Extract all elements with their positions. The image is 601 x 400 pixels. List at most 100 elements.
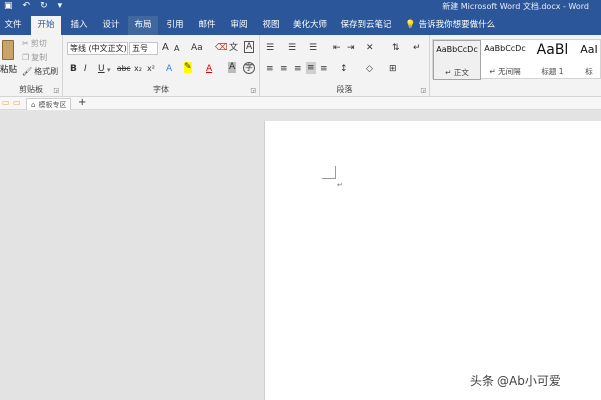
underline-button[interactable]: U bbox=[98, 63, 105, 75]
multilevel-list-icon[interactable]: ☰ bbox=[309, 42, 317, 54]
save-icon[interactable]: ▣ bbox=[4, 1, 13, 12]
tab-view[interactable]: 视图 bbox=[256, 16, 286, 35]
font-group: 等线 (中文正文) 五号 A A Aa ⌫ 文 A B I U ▾ abc x₂… bbox=[63, 35, 260, 97]
numbering-icon[interactable]: ☰ bbox=[288, 42, 296, 54]
document-page[interactable] bbox=[264, 121, 601, 400]
character-shading-icon[interactable]: A bbox=[228, 62, 237, 73]
tab-mailings[interactable]: 邮件 bbox=[192, 16, 222, 35]
margin-corner-mark bbox=[335, 166, 336, 179]
show-marks-icon[interactable]: ↵ bbox=[413, 42, 421, 54]
font-color-icon[interactable]: A bbox=[206, 63, 212, 75]
font-size-combo[interactable]: 五号 bbox=[129, 42, 158, 55]
style-heading-2[interactable]: AaI 标 bbox=[577, 40, 601, 80]
tab-file[interactable]: 文件 bbox=[0, 16, 26, 35]
cut-label: 剪切 bbox=[30, 39, 47, 48]
margin-corner-mark bbox=[322, 178, 335, 179]
font-group-label: 字体 bbox=[153, 85, 169, 94]
ribbon-tabs: 文件 开始 插入 设计 布局 引用 邮件 审阅 视图 美化大师 保存到云笔记 💡… bbox=[0, 13, 601, 35]
quick-access-toolbar: ▣ ↶ ↻ ▾ bbox=[4, 1, 62, 12]
format-painter-label: 格式刷 bbox=[34, 67, 59, 76]
tab-review[interactable]: 审阅 bbox=[224, 16, 254, 35]
align-center-icon[interactable]: ≡ bbox=[280, 63, 288, 75]
enclose-characters-icon[interactable]: 字 bbox=[243, 62, 255, 74]
style-no-spacing[interactable]: AaBbCcDc ↵ 无间隔 bbox=[482, 40, 528, 80]
paragraph-group: ☰ ☰ ☰ ⇤ ⇥ ✕ ⇅ ↵ ≡ ≡ ≡ ≡ ≡ ↕ ◇ ⊞ 段落 ◲ bbox=[260, 35, 430, 97]
sort-icon[interactable]: ⇅ bbox=[392, 42, 400, 54]
window-title: 新建 Microsoft Word 文档.docx - Word bbox=[442, 2, 589, 11]
align-right-icon[interactable]: ≡ bbox=[294, 63, 302, 75]
tab-home[interactable]: 开始 bbox=[31, 16, 61, 35]
brush-icon: 🖌 bbox=[22, 67, 33, 76]
copy-label: 复制 bbox=[31, 53, 48, 62]
style-name: 标 bbox=[585, 67, 593, 76]
tab-references[interactable]: 引用 bbox=[160, 16, 190, 35]
watermark: 头条 @Ab小可爱 bbox=[470, 372, 561, 389]
document-tab-strip: ▭ ▭ ⌂ 模板专区 + bbox=[0, 97, 601, 110]
borders-icon[interactable]: ⊞ bbox=[389, 63, 397, 75]
folder-icon[interactable]: ▭ bbox=[2, 97, 10, 109]
shading-icon[interactable]: ◇ bbox=[366, 63, 373, 75]
format-painter-button[interactable]: 🖌 格式刷 bbox=[22, 66, 58, 78]
open-folder-icon[interactable]: ▭ bbox=[13, 97, 21, 109]
undo-icon[interactable]: ↶ bbox=[23, 1, 31, 12]
line-spacing-icon[interactable]: ↕ bbox=[340, 63, 348, 75]
dialog-launcher-icon[interactable]: ◲ bbox=[420, 87, 426, 94]
add-tab-button[interactable]: + bbox=[78, 97, 86, 109]
copy-icon: ❐ bbox=[22, 53, 30, 62]
paragraph-group-label: 段落 bbox=[336, 85, 353, 94]
tab-beautify[interactable]: 美化大师 bbox=[288, 16, 332, 35]
tab-save-cloud-note[interactable]: 保存到云笔记 bbox=[336, 16, 396, 35]
redo-icon[interactable]: ↻ bbox=[40, 1, 48, 12]
style-preview: AaBbCcDc bbox=[436, 45, 478, 54]
paragraph-mark: ↵ bbox=[337, 181, 343, 189]
paste-button[interactable]: 粘贴 bbox=[0, 39, 18, 77]
phonetic-guide-icon[interactable]: 文 bbox=[229, 42, 238, 54]
home-icon: ⌂ bbox=[31, 101, 36, 109]
text-effects-icon[interactable]: A bbox=[166, 63, 172, 75]
title-bar: ▣ ↶ ↻ ▾ 新建 Microsoft Word 文档.docx - Word bbox=[0, 0, 601, 13]
cut-button[interactable]: ✂ 剪切 bbox=[22, 38, 47, 50]
clipboard-icon bbox=[2, 40, 14, 60]
lightbulb-icon: 💡 bbox=[405, 20, 416, 30]
paste-label: 粘贴 bbox=[0, 65, 18, 75]
style-preview: AaI bbox=[580, 43, 598, 56]
change-case-icon[interactable]: Aa bbox=[191, 42, 203, 54]
style-name: ↵ 正文 bbox=[445, 68, 469, 77]
highlight-icon[interactable]: ✎ bbox=[184, 62, 192, 73]
chinese-layout-icon[interactable]: ✕ bbox=[366, 42, 374, 54]
style-preview: AaBbCcDc bbox=[484, 44, 526, 53]
template-area-label: 模板专区 bbox=[38, 101, 67, 109]
grow-font-icon[interactable]: A bbox=[162, 42, 169, 54]
subscript-button[interactable]: x₂ bbox=[134, 63, 142, 75]
watermark-prefix: 头条 bbox=[470, 374, 495, 388]
style-normal[interactable]: AaBbCcDc ↵ 正文 bbox=[433, 40, 481, 80]
tell-me-box[interactable]: 💡 告诉我你想要做什么 bbox=[405, 16, 495, 35]
bullets-icon[interactable]: ☰ bbox=[266, 42, 274, 54]
dialog-launcher-icon[interactable]: ◲ bbox=[53, 87, 59, 94]
increase-indent-icon[interactable]: ⇥ bbox=[347, 42, 355, 54]
bold-button[interactable]: B bbox=[70, 63, 77, 75]
ribbon: 粘贴 ✂ 剪切 ❐ 复制 🖌 格式刷 剪贴板 ◲ 等线 (中文正文) 五号 A … bbox=[0, 35, 601, 97]
tab-insert[interactable]: 插入 bbox=[64, 16, 94, 35]
character-border-icon[interactable]: A bbox=[244, 41, 255, 53]
tab-design[interactable]: 设计 bbox=[96, 16, 126, 35]
decrease-indent-icon[interactable]: ⇤ bbox=[333, 42, 341, 54]
align-left-icon[interactable]: ≡ bbox=[266, 63, 274, 75]
distributed-icon[interactable]: ≡ bbox=[320, 63, 328, 75]
style-heading-1[interactable]: AaBl 标题 1 bbox=[529, 40, 576, 80]
tab-layout[interactable]: 布局 bbox=[128, 16, 158, 35]
chevron-down-icon[interactable]: ▾ bbox=[107, 64, 111, 76]
strikethrough-button[interactable]: abc bbox=[117, 63, 130, 75]
shrink-font-icon[interactable]: A bbox=[174, 43, 179, 55]
dialog-launcher-icon[interactable]: ◲ bbox=[250, 87, 256, 94]
font-name-combo[interactable]: 等线 (中文正文) bbox=[67, 42, 128, 55]
clear-formatting-icon[interactable]: ⌫ bbox=[215, 42, 228, 54]
style-preview: AaBl bbox=[536, 42, 569, 58]
copy-button[interactable]: ❐ 复制 bbox=[22, 52, 47, 64]
italic-button[interactable]: I bbox=[84, 63, 87, 75]
document-workspace bbox=[0, 111, 601, 400]
customize-icon[interactable]: ▾ bbox=[58, 1, 63, 12]
template-area-tab[interactable]: ⌂ 模板专区 bbox=[26, 98, 72, 110]
justify-icon[interactable]: ≡ bbox=[306, 62, 316, 74]
superscript-button[interactable]: x² bbox=[147, 63, 155, 75]
